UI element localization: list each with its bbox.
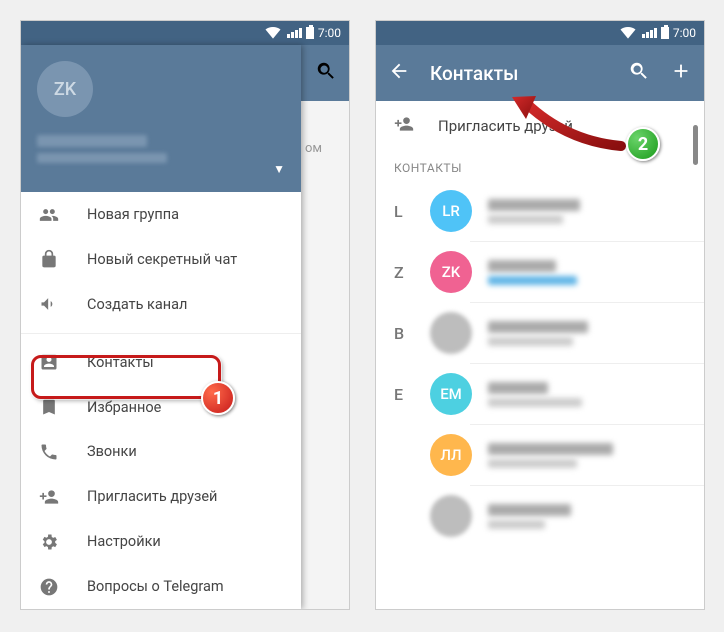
contact-row[interactable]: B <box>376 303 704 363</box>
contact-row[interactable]: L LR <box>376 181 704 241</box>
contact-row[interactable]: Z ZK <box>376 242 704 302</box>
status-time: 7:00 <box>673 26 696 40</box>
avatar: ZK <box>37 61 93 117</box>
contact-name-blurred <box>488 199 580 211</box>
battery-icon <box>661 27 669 39</box>
chevron-down-icon[interactable]: ▼ <box>273 162 285 176</box>
contact-name-blurred <box>488 260 556 272</box>
status-time: 7:00 <box>318 26 341 40</box>
menu-settings[interactable]: Настройки <box>21 519 301 564</box>
section-header: КОНТАКТЫ <box>376 151 704 181</box>
group-icon <box>39 205 59 225</box>
wifi-icon <box>263 22 283 45</box>
index-letter: E <box>394 385 414 404</box>
page-title: Контакты <box>430 62 608 85</box>
gear-icon <box>39 532 59 552</box>
wifi-icon <box>618 22 638 45</box>
profile-name-blurred <box>37 135 147 147</box>
signal-icon <box>287 28 302 38</box>
menu-label: Вопросы о Telegram <box>87 578 224 595</box>
lock-icon <box>39 249 59 269</box>
contact-info <box>488 382 692 407</box>
contact-avatar: EM <box>430 373 472 415</box>
menu-saved[interactable]: Избранное <box>21 385 301 430</box>
contact-name-blurred <box>488 443 613 455</box>
contact-info <box>488 321 692 346</box>
index-letter: L <box>394 202 414 221</box>
contact-row[interactable]: ЛЛ <box>376 425 704 485</box>
status-bar: 7:00 <box>376 21 704 45</box>
app-bar: Контакты <box>376 45 704 101</box>
contact-avatar <box>430 495 472 537</box>
menu-label: Пригласить друзей <box>87 488 217 505</box>
contacts-icon <box>39 352 59 372</box>
signal-icon <box>642 28 657 38</box>
contact-avatar: ЛЛ <box>430 434 472 476</box>
index-letter: Z <box>394 263 414 282</box>
search-icon[interactable] <box>315 60 337 86</box>
chat-peek: ом <box>299 101 349 196</box>
chat-list-behind: ом <box>299 45 349 609</box>
contact-status-blurred <box>488 459 577 468</box>
phone-left-drawer: 7:00 ом ZK ▼ Новая группа Новый секретны… <box>20 20 350 610</box>
contact-info <box>488 443 692 468</box>
contact-name-blurred <box>488 321 588 333</box>
menu-invite[interactable]: Пригласить друзей <box>21 474 301 519</box>
contact-avatar: LR <box>430 190 472 232</box>
invite-label: Пригласить друзей <box>438 117 573 135</box>
contact-status-blurred <box>488 215 563 224</box>
contact-status-blurred <box>488 520 545 529</box>
menu-label: Новая группа <box>87 206 179 223</box>
add-contact-button[interactable] <box>670 60 692 86</box>
contact-avatar: ZK <box>430 251 472 293</box>
nav-drawer: ZK ▼ Новая группа Новый секретный чат Со… <box>21 45 301 609</box>
profile-phone-blurred <box>37 153 167 163</box>
bookmark-icon <box>39 397 59 417</box>
drawer-profile[interactable]: ZK ▼ <box>21 45 301 192</box>
menu-label: Новый секретный чат <box>87 251 237 268</box>
status-bar: 7:00 <box>21 21 349 45</box>
contact-info <box>488 504 692 529</box>
back-button[interactable] <box>388 60 410 86</box>
contact-row[interactable] <box>376 486 704 546</box>
help-icon <box>39 577 59 597</box>
megaphone-icon <box>39 294 59 314</box>
menu-label: Избранное <box>87 399 161 416</box>
contact-row[interactable]: E EM <box>376 364 704 424</box>
contacts-list: L LR Z ZK B E EM ЛЛ <box>376 181 704 546</box>
contact-status-blurred <box>488 398 582 407</box>
scrollbar[interactable] <box>693 125 698 165</box>
phone-right-contacts: 7:00 Контакты Пригласить друзей КОНТАКТЫ… <box>375 20 705 610</box>
contact-info <box>488 199 692 224</box>
menu-label: Контакты <box>87 354 154 371</box>
contact-info <box>488 260 692 285</box>
contact-status-blurred <box>488 337 573 346</box>
menu-label: Настройки <box>87 533 161 550</box>
menu-faq[interactable]: Вопросы о Telegram <box>21 564 301 609</box>
contact-name-blurred <box>488 504 571 516</box>
divider <box>21 333 301 334</box>
contact-avatar <box>430 312 472 354</box>
search-button[interactable] <box>628 60 650 86</box>
menu-contacts[interactable]: Контакты <box>21 340 301 385</box>
contact-status-blurred <box>488 276 577 285</box>
person-add-icon <box>394 114 414 138</box>
person-add-icon <box>39 487 59 507</box>
phone-icon <box>39 442 59 462</box>
menu-secret-chat[interactable]: Новый секретный чат <box>21 237 301 282</box>
menu-channel[interactable]: Создать канал <box>21 282 301 327</box>
index-letter: B <box>394 324 414 343</box>
menu-label: Создать канал <box>87 296 187 313</box>
menu-new-group[interactable]: Новая группа <box>21 192 301 237</box>
contact-name-blurred <box>488 382 548 394</box>
menu-label: Звонки <box>87 443 137 460</box>
battery-icon <box>306 27 314 39</box>
menu-calls[interactable]: Звонки <box>21 429 301 474</box>
invite-friends-row[interactable]: Пригласить друзей <box>376 101 704 151</box>
